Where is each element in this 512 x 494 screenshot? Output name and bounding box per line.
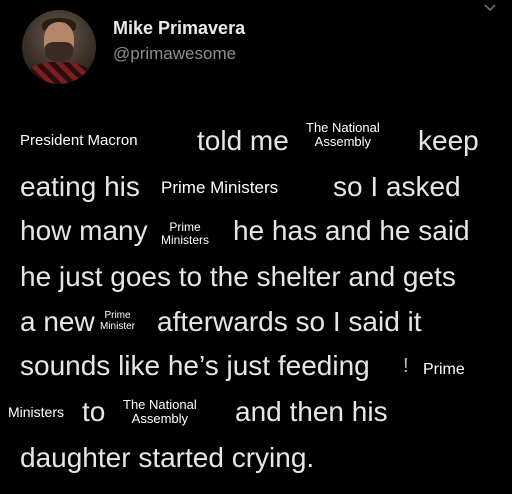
sticker-president-macron: President Macron (20, 132, 138, 149)
sticker-prime-ministers-stacked: Prime Ministers (161, 220, 210, 247)
avatar-beard (45, 42, 73, 62)
tweet-text-crying: daughter started crying. (20, 442, 315, 473)
sticker-national-assembly: The National Assembly (306, 120, 380, 149)
tweet-text-keep: keep (418, 125, 479, 156)
tweet-text-he-has: he has and he said (233, 215, 470, 246)
tweet-text-sounds: sounds like he’s just feeding (20, 350, 370, 381)
tweet-text-then: and then his (235, 396, 388, 427)
tweet-text-anew: a new (20, 306, 95, 337)
avatar-shirt (28, 62, 90, 84)
tweet-text-shelter: he just goes to the shelter and gets (20, 261, 456, 292)
tweet-text-partial: ! (403, 355, 409, 377)
tweet-text-eating: eating his (20, 171, 140, 202)
sticker-prime-ministers: Prime Ministers (161, 178, 279, 197)
sticker-prime: Prime (423, 361, 465, 378)
author-name[interactable]: Mike Primavera (113, 18, 245, 39)
tweet-text-afterwards: afterwards so I said it (157, 306, 422, 337)
tweet-text-so: so I asked (333, 171, 461, 202)
chevron-down-icon[interactable] (484, 2, 496, 14)
avatar[interactable] (22, 10, 96, 84)
author-handle[interactable]: @primawesome (113, 44, 236, 64)
tweet-text-how: how many (20, 215, 148, 246)
sticker-national-assembly-2: The National Assembly (123, 397, 197, 426)
sticker-prime-minister: Prime Minister (100, 310, 136, 332)
tweet-text-told: told me (197, 125, 289, 156)
tweet-text-to: to (82, 396, 106, 427)
sticker-ministers: Ministers (8, 404, 65, 420)
